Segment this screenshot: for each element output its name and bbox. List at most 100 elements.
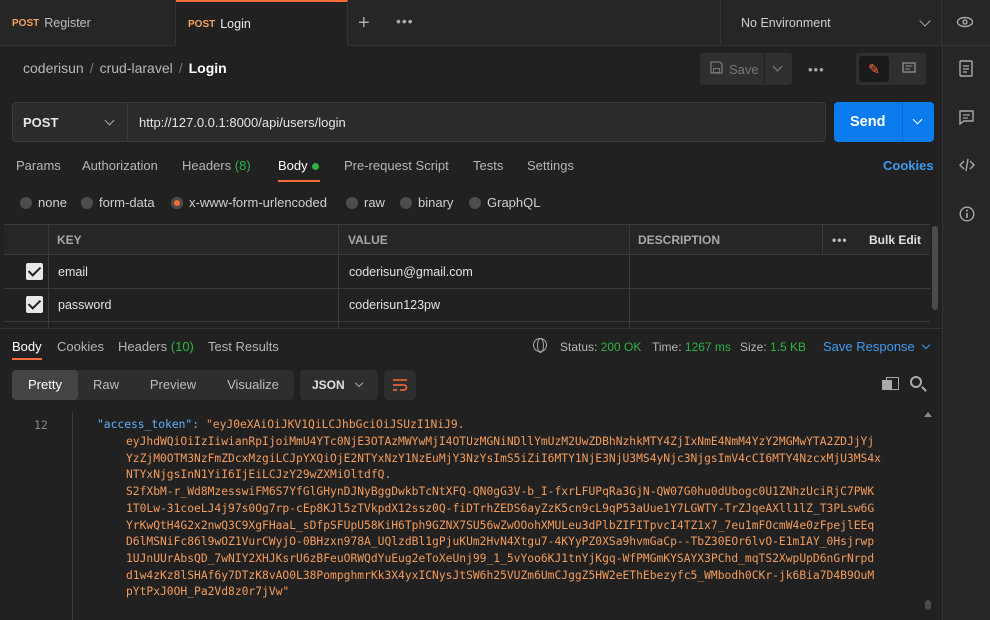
breadcrumb-request[interactable]: Login xyxy=(189,60,227,76)
time-readout: Time: 1267 ms xyxy=(652,340,731,354)
response-tab-headers[interactable]: Headers (10) xyxy=(118,339,194,354)
size-readout: Size: 1.5 KB xyxy=(740,340,806,354)
view-pretty[interactable]: Pretty xyxy=(12,370,78,400)
radio-label: x-www-form-urlencoded xyxy=(189,195,327,210)
edit-pencil-icon[interactable]: ✎ xyxy=(859,56,889,82)
search-icon[interactable] xyxy=(910,376,922,388)
table-row: password coderisun123pw xyxy=(4,289,930,322)
response-code[interactable]: 12 "access_token": "eyJ0eXAiOiJKV1QiLCJh… xyxy=(0,410,936,620)
send-label: Send xyxy=(850,114,886,130)
json-value: eyJhdWQiOiIzIiwianRpIjoiMmU4YTc0NjE3OTAz… xyxy=(126,434,926,601)
tab-tests[interactable]: Tests xyxy=(473,158,503,173)
size-value: 1.5 KB xyxy=(770,340,807,354)
url-input[interactable] xyxy=(128,102,826,142)
radio-dot xyxy=(20,196,32,209)
response-tab-test-results[interactable]: Test Results xyxy=(208,339,279,354)
view-raw[interactable]: Raw xyxy=(78,370,134,400)
row-value[interactable]: coderisun@gmail.com xyxy=(349,265,473,279)
view-visualize[interactable]: Visualize xyxy=(212,370,294,400)
environment-selector[interactable]: No Environment xyxy=(720,0,942,46)
row-checkbox[interactable] xyxy=(26,263,43,280)
save-response-button[interactable]: Save Response xyxy=(823,339,931,354)
eye-icon[interactable] xyxy=(956,13,974,34)
radio-graphql[interactable]: GraphQL xyxy=(469,195,540,210)
breadcrumb: coderisun / crud-laravel / Login xyxy=(23,60,227,76)
copy-icon[interactable] xyxy=(882,377,899,390)
tab-params-label: Params xyxy=(16,158,61,173)
chevron-down-icon xyxy=(921,340,931,350)
view-mode-bar: Pretty Raw Preview Visualize xyxy=(12,370,294,400)
tab-headers-count: (8) xyxy=(234,158,251,173)
breadcrumb-separator: / xyxy=(89,60,94,76)
radio-dot xyxy=(469,196,481,209)
send-divider xyxy=(902,102,903,142)
radio-label: raw xyxy=(364,195,385,210)
code-scrollbar[interactable] xyxy=(925,600,931,610)
tab-pre-request-script[interactable]: Pre-request Script xyxy=(344,158,449,173)
size-label: Size: xyxy=(740,340,767,354)
response-tab-label: Body xyxy=(12,339,42,354)
breadcrumb-workspace[interactable]: coderisun xyxy=(23,60,84,76)
tab-headers[interactable]: Headers (8) xyxy=(182,158,251,173)
chevron-down-icon xyxy=(104,115,115,126)
radio-binary[interactable]: binary xyxy=(400,195,453,210)
row-value[interactable]: coderisun123pw xyxy=(349,298,440,312)
view-preview[interactable]: Preview xyxy=(134,370,212,400)
tab-register[interactable]: POST Register xyxy=(0,0,176,46)
column-divider xyxy=(822,225,823,255)
radio-label: GraphQL xyxy=(487,195,541,210)
tab-settings[interactable]: Settings xyxy=(527,158,574,173)
request-more-icon[interactable]: ••• xyxy=(808,62,825,77)
save-divider xyxy=(764,53,765,85)
tab-params[interactable]: Params xyxy=(16,158,61,173)
response-divider[interactable] xyxy=(0,328,942,329)
save-response-label: Save Response xyxy=(823,339,915,354)
globe-icon[interactable] xyxy=(533,338,547,353)
method-selector[interactable]: POST xyxy=(12,102,128,142)
column-key: KEY xyxy=(57,233,82,247)
table-more-icon[interactable]: ••• xyxy=(832,233,848,247)
json-value-first-line: "eyJ0eXAiOiJKV1QiLCJhbGciOiJSUzI1NiJ9. xyxy=(206,418,465,431)
request-tab-bar: POST Register POST Login + ••• No Enviro… xyxy=(0,0,990,46)
radio-raw[interactable]: raw xyxy=(346,195,385,210)
comments-icon[interactable] xyxy=(959,110,974,129)
code-snippet-icon[interactable] xyxy=(959,158,975,176)
row-checkbox[interactable] xyxy=(26,296,43,313)
table-scrollbar[interactable] xyxy=(932,226,938,310)
format-selector[interactable]: JSON xyxy=(300,370,378,400)
info-icon[interactable] xyxy=(959,206,975,226)
save-chevron-down-icon[interactable] xyxy=(772,61,783,72)
tab-authorization[interactable]: Authorization xyxy=(82,158,158,173)
save-label: Save xyxy=(729,61,759,77)
method-label: POST xyxy=(23,114,59,130)
documentation-icon[interactable] xyxy=(959,60,973,81)
tab-login[interactable]: POST Login xyxy=(176,0,348,46)
radio-none[interactable]: none xyxy=(20,195,67,210)
row-key[interactable]: password xyxy=(58,298,112,312)
comment-mode-icon[interactable] xyxy=(894,56,924,82)
breadcrumb-separator: / xyxy=(178,60,183,76)
send-button[interactable]: Send xyxy=(834,102,934,142)
row-key[interactable]: email xyxy=(58,265,88,279)
cookies-link[interactable]: Cookies xyxy=(883,158,934,173)
radio-form-data[interactable]: form-data xyxy=(81,195,155,210)
json-value-line: 1UJnUUrAbsQD_7wNIY2XHJKsrU6zBFeuORWQdYuE… xyxy=(126,551,875,565)
scroll-up-arrow-icon[interactable] xyxy=(924,412,932,417)
response-tab-cookies[interactable]: Cookies xyxy=(57,339,104,354)
json-value-line: 1T0Lw-31coeLJ4j97s0Og7rp-cEp8KJl5zTVkpdX… xyxy=(126,501,875,515)
time-value: 1267 ms xyxy=(684,340,731,354)
tab-pre-request-label: Pre-request Script xyxy=(344,158,449,173)
breadcrumb-collection[interactable]: crud-laravel xyxy=(100,60,173,76)
save-button[interactable]: Save xyxy=(700,53,792,85)
tab-more-icon[interactable]: ••• xyxy=(396,13,414,29)
send-chevron-down-icon[interactable] xyxy=(912,114,923,125)
radio-dot-selected xyxy=(171,196,183,209)
bulk-edit-button[interactable]: Bulk Edit xyxy=(869,233,921,247)
new-tab-plus-icon[interactable]: + xyxy=(358,12,370,35)
tab-authorization-label: Authorization xyxy=(82,158,158,173)
json-key: "access_token": xyxy=(97,418,206,431)
tab-body[interactable]: Body xyxy=(278,158,308,173)
response-tab-body[interactable]: Body xyxy=(12,339,42,354)
radio-x-www-form-urlencoded[interactable]: x-www-form-urlencoded xyxy=(171,195,327,210)
wrap-lines-icon[interactable] xyxy=(384,370,416,400)
